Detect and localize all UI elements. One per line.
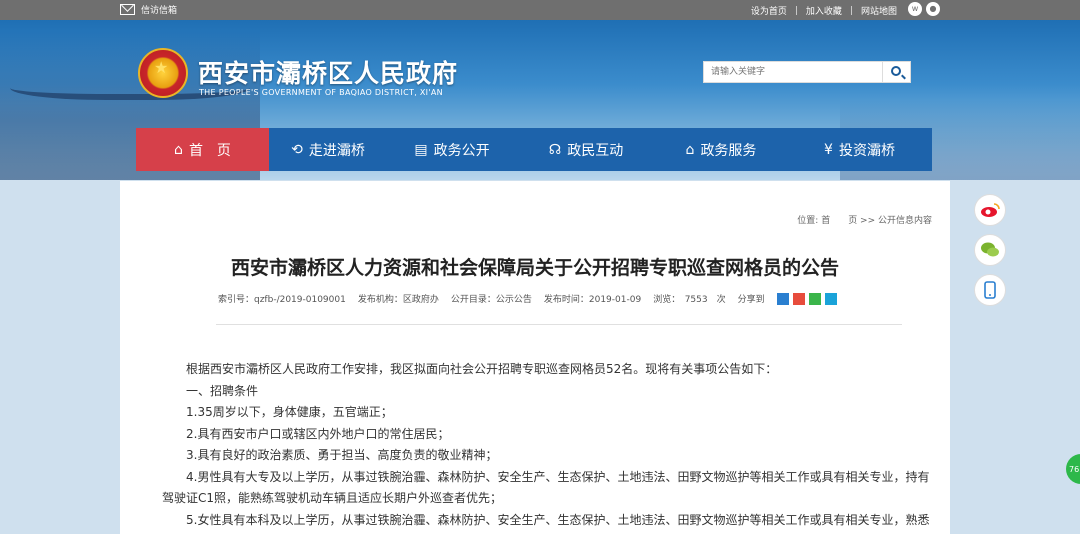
floating-badge[interactable]: 76 [1066,454,1080,484]
set-homepage-link[interactable]: 设为首页 [751,4,787,17]
float-wechat-button[interactable] [974,234,1006,266]
document-icon: ▤ [414,141,428,158]
nav-invest[interactable]: ¥ 投资灞桥 [787,128,932,171]
paragraph: 4.男性具有大专及以上学历，从事过铁腕治霾、森林防护、安全生产、生态保护、土地违… [162,469,930,506]
nav-label: 政务服务 [700,142,757,159]
top-utility-bar: 信访信箱 设为首页 | 加入收藏 | 网站地图 w ● [0,0,1080,20]
meta-index: 索引号：qzfb-/2019-0109001 [218,295,346,305]
main-nav: ⌂ 首 页 ⟲ 走进灞桥 ▤ 政务公开 ☊ 政民互动 ⌂ 政务服务 ¥ 投资灞桥 [136,128,932,171]
float-weibo-button[interactable] [974,194,1006,226]
nav-label: 政民互动 [567,142,624,159]
sitemap-link[interactable]: 网站地图 [861,4,897,17]
chat-icon: ☊ [548,141,562,158]
float-mobile-button[interactable] [974,274,1006,306]
weibo-icon[interactable]: w [908,2,922,16]
enter-icon: ⟲ [291,141,303,158]
wechat-icon [981,242,999,257]
weibo-icon [981,203,1000,217]
nav-services[interactable]: ⌂ 政务服务 [655,128,787,171]
site-title: 西安市灞桥区人民政府 [198,59,459,88]
search-icon [891,66,901,76]
nav-label: 政务公开 [433,142,490,159]
meta-share: 分享到 [737,295,765,305]
share-wechat-icon[interactable] [808,292,821,305]
paragraph: 根据西安市灞桥区人民政府工作安排，我区拟面向社会公开招聘专职巡查网格员52名。现… [162,362,778,376]
divider [216,324,902,325]
article-panel: 位置: 首 页 >> 公开信息内容 西安市灞桥区人力资源和社会保障局关于公开招聘… [120,181,950,534]
yen-icon: ¥ [824,141,833,158]
share-weibo-icon[interactable] [792,292,805,305]
nav-label: 投资灞桥 [838,142,895,159]
search-button[interactable] [882,62,910,82]
nav-enter-baqiao[interactable]: ⟲ 走进灞桥 [269,128,387,171]
site-subtitle: THE PEOPLE'S GOVERNMENT OF BAQIAO DISTRI… [199,88,443,97]
separator: | [849,5,853,16]
mail-icon [120,4,135,15]
meta-views: 浏览： 7553 次 [653,295,726,305]
article-body: 根据西安市灞桥区人民政府工作安排，我区拟面向社会公开招聘专职巡查网格员52名。现… [162,359,934,531]
nav-interaction[interactable]: ☊ 政民互动 [517,128,655,171]
mailbox-label: 信访信箱 [141,6,178,16]
home-icon: ⌂ [174,141,183,158]
search-input[interactable] [704,62,882,82]
meta-catalog: 公开目录：公示公告 [450,295,532,305]
nav-government-affairs[interactable]: ▤ 政务公开 [387,128,517,171]
article-title: 西安市灞桥区人力资源和社会保障局关于公开招聘专职巡查网格员的公告 [230,257,839,279]
wechat-icon[interactable]: ● [926,2,940,16]
national-emblem-icon: ★ [138,48,188,98]
breadcrumb: 位置: 首 页 >> 公开信息内容 [797,216,932,226]
top-links: 设为首页 | 加入收藏 | 网站地图 [751,4,897,18]
mailbox-link[interactable]: 信访信箱 [120,3,177,16]
nav-label: 走进灞桥 [308,142,365,159]
mobile-icon [984,281,996,299]
add-favorite-link[interactable]: 加入收藏 [806,4,842,17]
building-icon: ⌂ [685,141,695,158]
article-meta: 索引号：qzfb-/2019-0109001 发布机构：区政府办 公开目录：公示… [218,292,837,305]
paragraph: 1.35周岁以下，身体健康，五官端正； [162,405,393,419]
search-box [703,61,911,83]
nav-label: 首 页 [188,142,231,159]
nav-home[interactable]: ⌂ 首 页 [136,128,269,171]
paragraph: 5.女性具有本科及以上学历，从事过铁腕治霾、森林防护、安全生产、生态保护、土地违… [162,512,930,527]
paragraph: 一、招聘条件 [162,383,259,398]
share-qq-icon[interactable] [824,292,837,305]
paragraph: 3.具有良好的政治素质、勇于担当、高度负责的敬业精神； [162,448,498,462]
paragraph: 2.具有西安市户口或辖区内外地户口的常住居民； [162,426,450,441]
meta-time: 发布时间：2019-01-09 [543,295,642,305]
share-plus-icon[interactable] [776,292,789,305]
separator: | [794,5,798,16]
meta-org: 发布机构：区政府办 [357,295,439,305]
share-buttons [776,292,837,305]
social-icons: w ● [908,2,940,16]
